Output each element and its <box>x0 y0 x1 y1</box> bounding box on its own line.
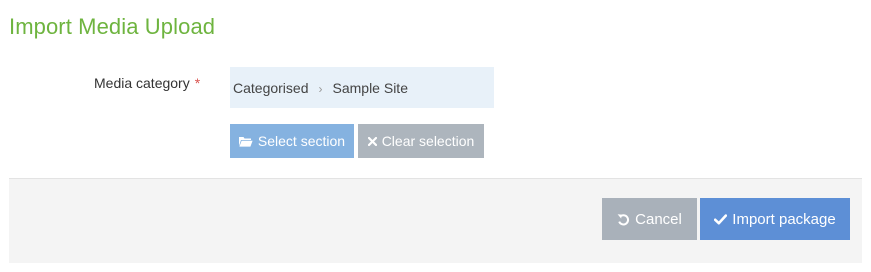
required-marker: * <box>194 75 201 91</box>
breadcrumb-item-sample-site: Sample Site <box>332 79 408 96</box>
cancel-button[interactable]: Cancel <box>602 198 697 240</box>
times-icon <box>367 136 377 146</box>
import-package-label: Import package <box>732 210 836 228</box>
clear-selection-button[interactable]: Clear selection <box>358 124 484 158</box>
select-section-label: Select section <box>257 133 346 149</box>
check-icon <box>714 213 728 225</box>
media-category-label-text: Media category <box>94 75 190 91</box>
breadcrumb-item-categorised: Categorised <box>233 79 309 96</box>
media-category-label: Media category * <box>94 75 200 91</box>
clear-selection-label: Clear selection <box>381 133 475 149</box>
select-section-button[interactable]: Select section <box>230 124 354 158</box>
folder-open-icon <box>238 136 253 147</box>
media-category-breadcrumb: Categorised › Sample Site <box>230 67 494 108</box>
import-package-button[interactable]: Import package <box>700 198 850 240</box>
cancel-label: Cancel <box>635 210 682 228</box>
page-title: Import Media Upload <box>9 14 216 39</box>
undo-icon <box>617 213 630 226</box>
chevron-right-icon: › <box>318 81 323 96</box>
